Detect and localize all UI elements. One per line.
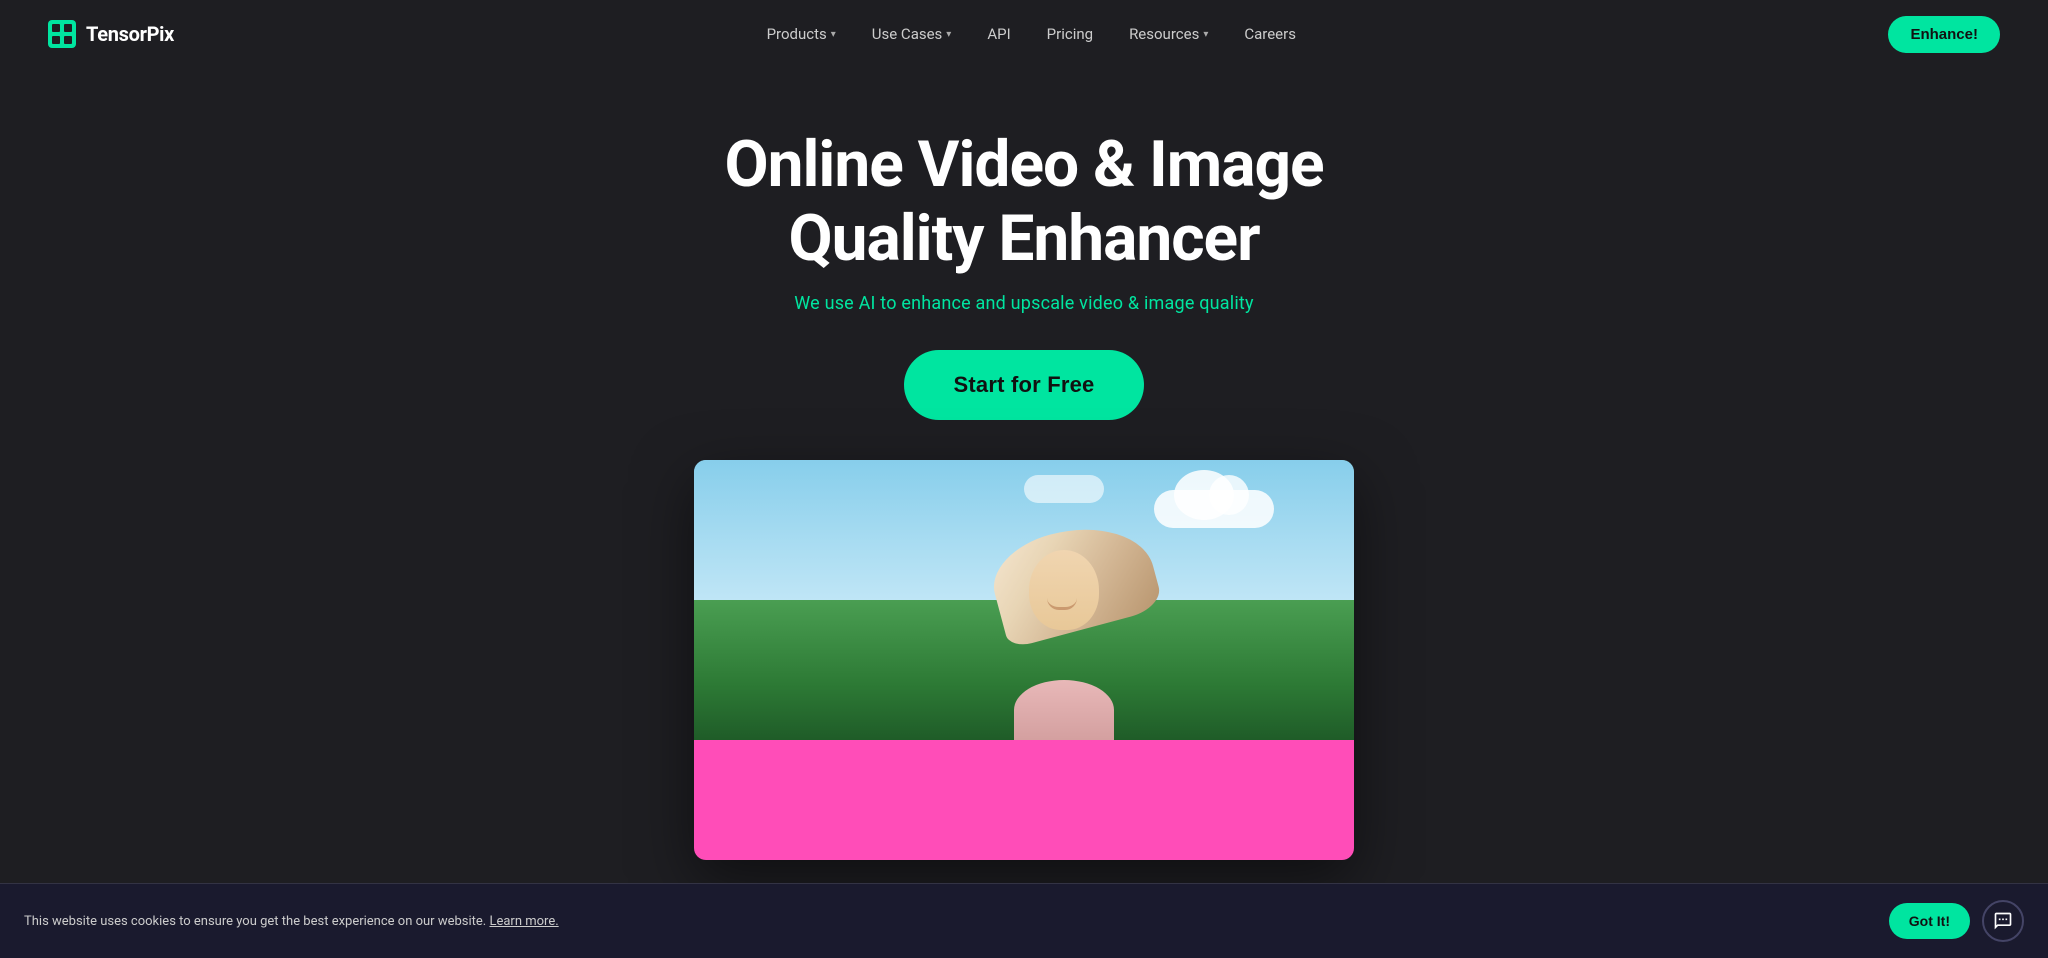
body-element: [1014, 680, 1114, 740]
nav-link-api[interactable]: API: [987, 25, 1010, 43]
hero-title: Online Video & Image Quality Enhancer: [624, 128, 1424, 275]
nav-item-api[interactable]: API: [987, 25, 1010, 43]
cookie-actions: Got It!: [1889, 900, 2024, 942]
video-lower-frame: [694, 740, 1354, 860]
nav-item-pricing[interactable]: Pricing: [1047, 25, 1093, 43]
nav-link-use-cases[interactable]: Use Cases ▾: [872, 25, 952, 43]
demo-video: [694, 460, 1354, 860]
chevron-down-icon: ▾: [831, 29, 836, 40]
person-figure: [964, 520, 1164, 740]
cookie-banner: This website uses cookies to ensure you …: [0, 883, 2048, 958]
nav-item-use-cases[interactable]: Use Cases ▾: [872, 25, 952, 43]
nav-item-careers[interactable]: Careers: [1244, 25, 1296, 43]
cookie-message: This website uses cookies to ensure you …: [24, 914, 559, 929]
chat-support-button[interactable]: [1982, 900, 2024, 942]
cloud-decoration-2: [1024, 475, 1104, 503]
nav-item-resources[interactable]: Resources ▾: [1129, 25, 1208, 43]
nav-link-careers[interactable]: Careers: [1244, 25, 1296, 43]
learn-more-link[interactable]: Learn more.: [489, 914, 558, 929]
nav-link-pricing[interactable]: Pricing: [1047, 25, 1093, 43]
face-element: [1029, 550, 1099, 630]
got-it-button[interactable]: Got It!: [1889, 903, 1970, 939]
logo[interactable]: TensorPix: [48, 20, 174, 48]
logo-text: TensorPix: [86, 22, 174, 46]
logo-icon: [48, 20, 76, 48]
cloud-decoration: [1154, 490, 1274, 528]
nav-link-products[interactable]: Products ▾: [767, 25, 836, 43]
nav-item-products[interactable]: Products ▾: [767, 25, 836, 43]
chat-icon: [1993, 911, 2013, 931]
chevron-down-icon: ▾: [946, 29, 951, 40]
enhance-button[interactable]: Enhance!: [1888, 16, 2000, 53]
hero-subtitle: We use AI to enhance and upscale video &…: [794, 293, 1253, 314]
chevron-down-icon: ▾: [1203, 29, 1208, 40]
start-for-free-button[interactable]: Start for Free: [904, 350, 1145, 420]
video-upper-frame: [694, 460, 1354, 740]
nav-link-resources[interactable]: Resources ▾: [1129, 25, 1208, 43]
nav-links: Products ▾ Use Cases ▾ API Pricing Resou…: [767, 25, 1296, 43]
smile-element: [1047, 598, 1077, 610]
hero-section: Online Video & Image Quality Enhancer We…: [0, 68, 2048, 900]
navbar: TensorPix Products ▾ Use Cases ▾ API Pri…: [0, 0, 2048, 68]
